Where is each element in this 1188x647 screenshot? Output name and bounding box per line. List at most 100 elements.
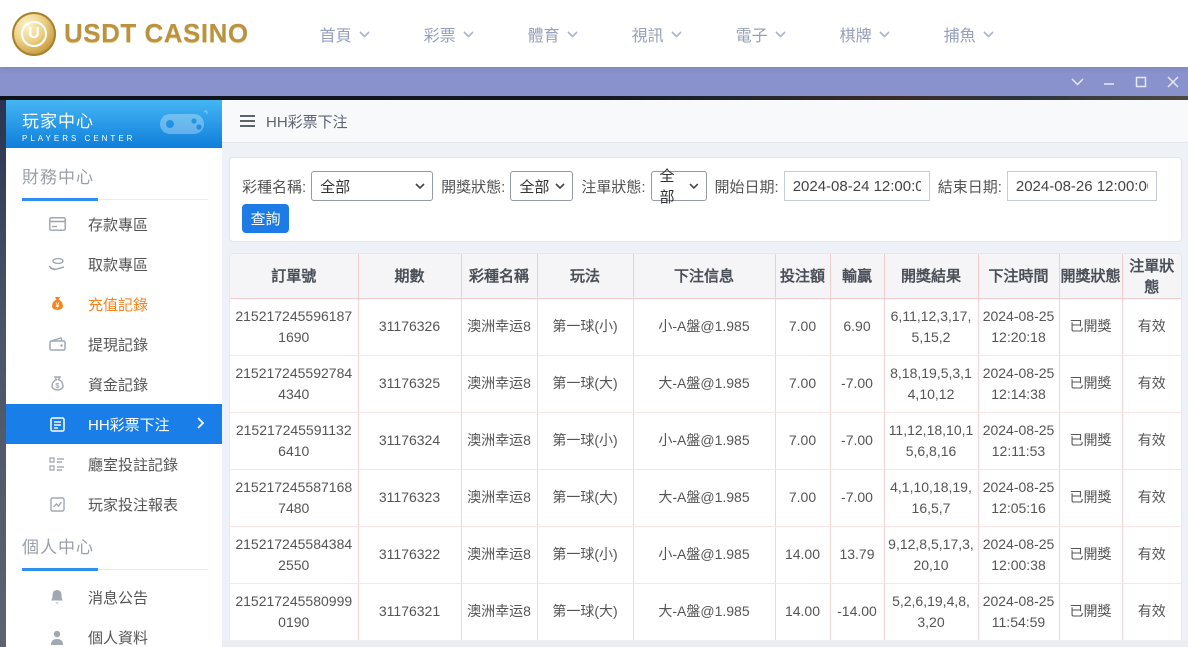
sidebar-item-label: 廳室投註記錄	[88, 456, 179, 474]
sidebar-item-funds-record[interactable]: $ 資金記錄	[6, 364, 222, 404]
column-header: 玩法	[536, 254, 633, 299]
minimize-icon[interactable]	[1102, 75, 1116, 89]
sidebar-item-label: 資金記錄	[88, 376, 149, 394]
sidebar-item-label: 個人資料	[88, 629, 149, 647]
table-cell: 6.90	[829, 298, 884, 356]
usdt-coin-icon: U	[12, 11, 56, 56]
table-cell: 有效	[1121, 412, 1181, 470]
table-cell: 7.00	[774, 355, 830, 413]
table-cell: 2024-08-25 12:20:18	[977, 298, 1059, 356]
bets-table-container: 訂單號 期數 彩種名稱 玩法 下注信息 投注額 輸贏 開獎結果 下注時間 開獎狀態 注單狀態 215…	[229, 253, 1182, 640]
sidebar-item-announcements[interactable]: 消息公告	[6, 577, 222, 617]
maximize-icon[interactable]	[1134, 75, 1148, 89]
table-cell: 2152172455911326410	[230, 412, 358, 470]
table-cell: 澳洲幸运8	[460, 412, 537, 470]
column-header: 開獎狀態	[1058, 254, 1122, 299]
sidebar-item-label: 消息公告	[88, 589, 149, 607]
column-header: 彩種名稱	[460, 254, 537, 299]
table-cell: -14.00	[829, 583, 884, 640]
table-cell: 2152172455809990190	[230, 583, 358, 640]
table-row: 2152172455871687480 31176323 澳洲幸运8 第一球(大) 大-…	[230, 469, 1181, 527]
bet-table-head-row: 訂單號 期數 彩種名稱 玩法 下注信息 投注額 輸贏 開獎結果 下注時間 開獎狀態 注單狀態	[230, 254, 1181, 299]
chevron-right-icon	[197, 417, 204, 429]
sidebar-item-label: 提現記錄	[88, 336, 149, 354]
column-header: 輸贏	[829, 254, 884, 299]
sidebar-item-label: 玩家投注報表	[88, 496, 179, 514]
table-cell: 第一球(小)	[536, 526, 633, 584]
table-cell: 13.79	[829, 526, 884, 584]
nav-item-fishing[interactable]: 捕魚	[917, 22, 1021, 46]
table-row: 2152172455927844340 31176325 澳洲幸运8 第一球(大) 大-…	[230, 355, 1181, 413]
cashout-wallet-icon	[48, 335, 66, 353]
column-header: 期數	[357, 254, 461, 299]
sidebar-item-deposit[interactable]: 存款專區	[6, 204, 222, 244]
nav-item-sports[interactable]: 體育	[501, 22, 605, 46]
table-cell: 2024-08-25 11:54:59	[977, 583, 1059, 640]
nav-item-slots[interactable]: 電子	[709, 22, 813, 46]
sidebar-item-label: 取款專區	[88, 256, 149, 274]
table-cell: -7.00	[829, 469, 884, 527]
nav-item-cards[interactable]: 棋牌	[813, 22, 917, 46]
lottery-name-select[interactable]: 全部	[311, 171, 434, 201]
filter-row: 彩種名稱: 全部 開獎狀態: 全部 注單狀態: 全部 開始日期: 結束日期:	[230, 158, 1181, 206]
column-header: 開獎結果	[883, 254, 978, 299]
report-chart-icon	[48, 495, 66, 513]
table-cell: 2024-08-25 12:14:38	[977, 355, 1059, 413]
page-title: HH彩票下注	[266, 113, 348, 131]
chevron-down-icon	[983, 31, 994, 38]
breadcrumb: HH彩票下注	[222, 100, 1188, 143]
sidebar-item-cashout-record[interactable]: 提現記錄	[6, 324, 222, 364]
start-date-input[interactable]	[783, 171, 930, 201]
sidebar-item-hh-lottery-bets[interactable]: HH彩票下注	[6, 404, 222, 444]
sidebar-item-withdraw[interactable]: 取款專區	[6, 244, 222, 284]
table-cell: 31176323	[357, 469, 461, 527]
gamepad-icon	[160, 110, 208, 134]
chevron-down-icon	[463, 31, 474, 38]
table-row: 2152172455911326410 31176324 澳洲幸运8 第一球(小) 小-…	[230, 412, 1181, 470]
section-title-finance: 財務中心	[22, 168, 94, 187]
nav-item-video[interactable]: 視訊	[605, 22, 709, 46]
table-cell: 已開獎	[1058, 298, 1122, 356]
lottery-name-label: 彩種名稱:	[242, 178, 307, 196]
draw-status-select[interactable]: 全部	[510, 171, 574, 201]
close-icon[interactable]	[1166, 75, 1180, 89]
chevron-down-icon	[775, 31, 786, 38]
end-date-input[interactable]	[1006, 171, 1157, 201]
hamburger-menu-icon[interactable]	[240, 115, 255, 127]
collapse-chevron-icon[interactable]	[1070, 75, 1084, 89]
order-status-select[interactable]: 全部	[650, 168, 707, 206]
window-controls	[1070, 67, 1180, 96]
chevron-down-icon	[567, 31, 578, 38]
sidebar-item-recharge-record[interactable]: ¥ 充值記錄	[6, 284, 222, 324]
table-cell: 有效	[1121, 469, 1181, 527]
table-cell: 31176325	[357, 355, 461, 413]
sidebar-item-player-bet-report[interactable]: 玩家投注報表	[6, 484, 222, 524]
sidebar-item-hall-bet-record[interactable]: 廳室投註記錄	[6, 444, 222, 484]
table-cell: 5,2,6,19,4,8,3,20	[883, 583, 978, 640]
table-cell: 31176324	[357, 412, 461, 470]
table-cell: 有效	[1121, 298, 1181, 356]
hall-record-icon	[48, 455, 66, 473]
nav-item-home[interactable]: 首頁	[293, 22, 397, 46]
bet-table-body: 2152172455961871690 31176326 澳洲幸运8 第一球(小) 小-…	[230, 298, 1181, 640]
column-header: 訂單號	[230, 254, 358, 299]
table-cell: 2024-08-25 12:05:16	[977, 469, 1059, 527]
table-cell: 澳洲幸运8	[460, 469, 537, 527]
lottery-bets-icon	[48, 415, 66, 433]
start-date-label: 開始日期:	[714, 178, 779, 196]
nav-item-lottery[interactable]: 彩票	[397, 22, 501, 46]
finance-menu: 存款專區 取款專區 ¥ 充值記錄 提現記錄 $ 資金記錄 HH彩票下注 廳室投註…	[6, 204, 222, 524]
table-cell: 澳洲幸运8	[460, 526, 537, 584]
sidebar-item-profile[interactable]: 個人資料	[6, 617, 222, 647]
table-cell: 31176321	[357, 583, 461, 640]
withdraw-hand-icon	[48, 255, 66, 273]
funds-bag-icon: $	[48, 375, 66, 393]
table-cell: 2024-08-25 12:11:53	[977, 412, 1059, 470]
table-cell: 小-A盤@1.985	[632, 412, 775, 470]
search-button[interactable]: 查詢	[242, 204, 289, 233]
table-cell: 大-A盤@1.985	[632, 355, 775, 413]
chevron-down-icon	[555, 183, 565, 189]
table-cell: 大-A盤@1.985	[632, 583, 775, 640]
draw-status-label: 開獎狀態:	[441, 178, 506, 196]
table-cell: 14.00	[774, 526, 830, 584]
